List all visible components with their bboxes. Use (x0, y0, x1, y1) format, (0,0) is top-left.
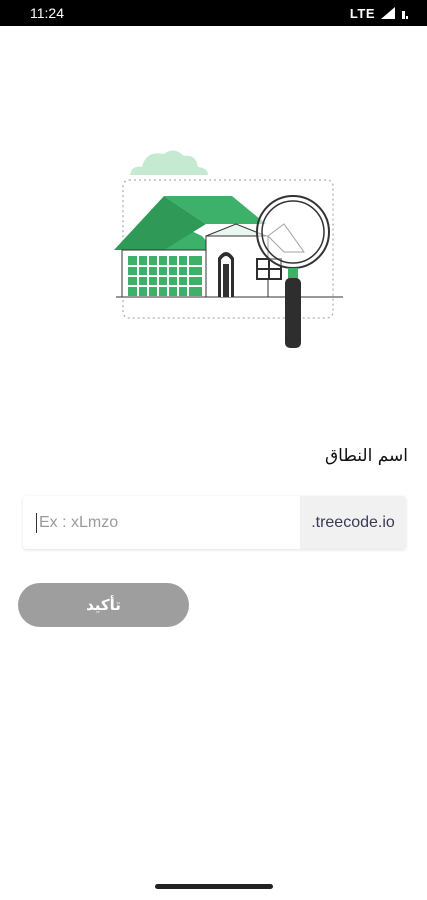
battery-icon (402, 11, 408, 19)
confirm-button[interactable]: تأكيد (18, 583, 189, 627)
garage-door (128, 256, 202, 296)
status-indicators: LTE (350, 6, 409, 21)
signal-icon (381, 7, 395, 19)
domain-input[interactable] (36, 512, 300, 533)
domain-suffix: .treecode.io (300, 496, 406, 549)
home-gesture-handle[interactable] (155, 884, 273, 889)
cloud-icon (130, 150, 208, 175)
house-search-illustration (114, 150, 343, 348)
status-time: 11:24 (30, 5, 64, 21)
network-type: LTE (349, 5, 375, 21)
domain-name-label: اسم النطاق (324, 446, 408, 466)
status-bar: 11:24 LTE (0, 0, 427, 26)
domain-field: .treecode.io (23, 496, 406, 549)
